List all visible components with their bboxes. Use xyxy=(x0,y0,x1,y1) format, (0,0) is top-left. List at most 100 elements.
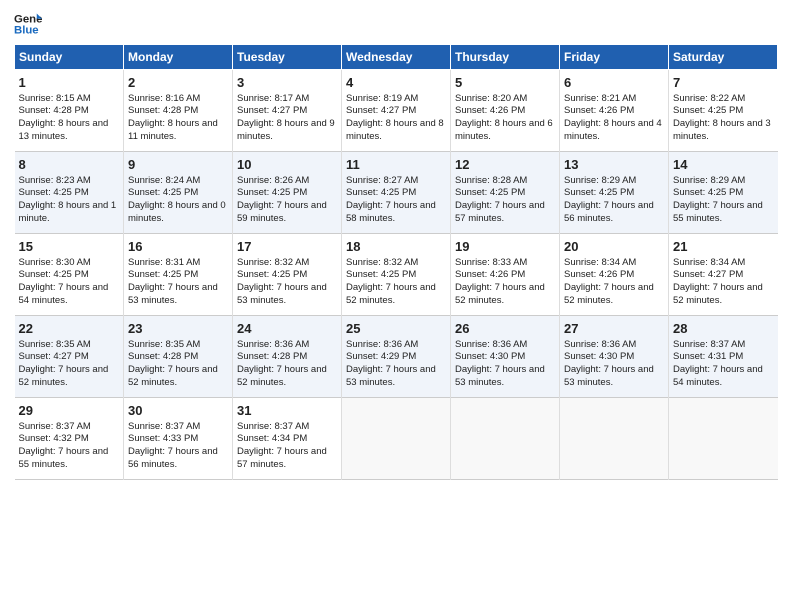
daylight-text: Daylight: 8 hours and 3 minutes. xyxy=(673,118,771,142)
sunset-text: Sunset: 4:25 PM xyxy=(564,187,634,198)
sunrise-text: Sunrise: 8:37 AM xyxy=(237,421,309,432)
daylight-text: Daylight: 7 hours and 52 minutes. xyxy=(673,282,763,306)
day-number: 2 xyxy=(128,74,228,92)
calendar-cell: 1Sunrise: 8:15 AMSunset: 4:28 PMDaylight… xyxy=(15,70,124,152)
day-number: 3 xyxy=(237,74,337,92)
logo-icon: General Blue xyxy=(14,10,42,38)
daylight-text: Daylight: 8 hours and 9 minutes. xyxy=(237,118,335,142)
calendar-cell xyxy=(451,398,560,480)
calendar-cell: 13Sunrise: 8:29 AMSunset: 4:25 PM Dayligh… xyxy=(560,152,669,234)
day-number: 4 xyxy=(346,74,446,92)
daylight-text: Daylight: 8 hours and 0 minutes. xyxy=(128,200,226,224)
sunrise-text: Sunrise: 8:37 AM xyxy=(673,339,745,350)
logo: General Blue xyxy=(14,10,42,38)
day-number: 7 xyxy=(673,74,774,92)
sunrise-text: Sunrise: 8:34 AM xyxy=(564,257,636,268)
calendar-cell: 28Sunrise: 8:37 AMSunset: 4:31 PM Dayligh… xyxy=(669,316,778,398)
calendar-cell xyxy=(560,398,669,480)
sunset-text: Sunset: 4:31 PM xyxy=(673,351,743,362)
day-number: 15 xyxy=(19,238,120,256)
sunrise-text: Sunrise: 8:26 AM xyxy=(237,175,309,186)
sunset-text: Sunset: 4:30 PM xyxy=(564,351,634,362)
sunrise-text: Sunrise: 8:27 AM xyxy=(346,175,418,186)
calendar-cell: 17Sunrise: 8:32 AMSunset: 4:25 PMDayligh… xyxy=(233,234,342,316)
calendar-cell: 30Sunrise: 8:37 AMSunset: 4:33 PMDayligh… xyxy=(124,398,233,480)
sunrise-text: Sunrise: 8:16 AM xyxy=(128,93,200,104)
sunrise-text: Sunrise: 8:28 AM xyxy=(455,175,527,186)
sunrise-text: Sunrise: 8:17 AM xyxy=(237,93,309,104)
sunset-text: Sunset: 4:29 PM xyxy=(346,351,416,362)
calendar-week-row: 29Sunrise: 8:37 AMSunset: 4:32 PMDayligh… xyxy=(15,398,778,480)
sunset-text: Sunset: 4:25 PM xyxy=(346,187,416,198)
sunset-text: Sunset: 4:27 PM xyxy=(19,351,89,362)
weekday-header-tuesday: Tuesday xyxy=(233,45,342,70)
sunset-text: Sunset: 4:26 PM xyxy=(455,105,525,116)
calendar-week-row: 1Sunrise: 8:15 AMSunset: 4:28 PMDaylight… xyxy=(15,70,778,152)
daylight-text: Daylight: 7 hours and 56 minutes. xyxy=(564,200,654,224)
sunrise-text: Sunrise: 8:21 AM xyxy=(564,93,636,104)
weekday-header-thursday: Thursday xyxy=(451,45,560,70)
weekday-header-wednesday: Wednesday xyxy=(342,45,451,70)
calendar-cell: 9Sunrise: 8:24 AMSunset: 4:25 PMDaylight… xyxy=(124,152,233,234)
sunset-text: Sunset: 4:25 PM xyxy=(237,187,307,198)
daylight-text: Daylight: 7 hours and 53 minutes. xyxy=(455,364,545,388)
sunrise-text: Sunrise: 8:19 AM xyxy=(346,93,418,104)
sunset-text: Sunset: 4:26 PM xyxy=(564,105,634,116)
daylight-text: Daylight: 7 hours and 52 minutes. xyxy=(128,364,218,388)
day-number: 12 xyxy=(455,156,555,174)
day-number: 13 xyxy=(564,156,664,174)
daylight-text: Daylight: 8 hours and 1 minute. xyxy=(19,200,117,224)
sunrise-text: Sunrise: 8:15 AM xyxy=(19,93,91,104)
day-number: 9 xyxy=(128,156,228,174)
daylight-text: Daylight: 7 hours and 57 minutes. xyxy=(455,200,545,224)
calendar-cell xyxy=(669,398,778,480)
sunset-text: Sunset: 4:32 PM xyxy=(19,433,89,444)
calendar-cell: 12Sunrise: 8:28 AMSunset: 4:25 PMDayligh… xyxy=(451,152,560,234)
calendar-cell: 11Sunrise: 8:27 AMSunset: 4:25 PMDayligh… xyxy=(342,152,451,234)
header: General Blue xyxy=(14,10,778,38)
sunset-text: Sunset: 4:28 PM xyxy=(128,351,198,362)
day-number: 27 xyxy=(564,320,664,338)
daylight-text: Daylight: 7 hours and 53 minutes. xyxy=(564,364,654,388)
daylight-text: Daylight: 7 hours and 52 minutes. xyxy=(346,282,436,306)
sunset-text: Sunset: 4:25 PM xyxy=(19,269,89,280)
sunset-text: Sunset: 4:25 PM xyxy=(346,269,416,280)
calendar-cell: 31Sunrise: 8:37 AMSunset: 4:34 PMDayligh… xyxy=(233,398,342,480)
sunrise-text: Sunrise: 8:20 AM xyxy=(455,93,527,104)
sunset-text: Sunset: 4:26 PM xyxy=(455,269,525,280)
sunrise-text: Sunrise: 8:36 AM xyxy=(455,339,527,350)
calendar-cell: 5Sunrise: 8:20 AMSunset: 4:26 PMDaylight… xyxy=(451,70,560,152)
sunrise-text: Sunrise: 8:33 AM xyxy=(455,257,527,268)
day-number: 28 xyxy=(673,320,774,338)
daylight-text: Daylight: 7 hours and 52 minutes. xyxy=(237,364,327,388)
daylight-text: Daylight: 7 hours and 54 minutes. xyxy=(673,364,763,388)
calendar-table: SundayMondayTuesdayWednesdayThursdayFrid… xyxy=(14,44,778,480)
day-number: 22 xyxy=(19,320,120,338)
daylight-text: Daylight: 7 hours and 53 minutes. xyxy=(128,282,218,306)
sunrise-text: Sunrise: 8:34 AM xyxy=(673,257,745,268)
daylight-text: Daylight: 8 hours and 11 minutes. xyxy=(128,118,218,142)
sunset-text: Sunset: 4:25 PM xyxy=(237,269,307,280)
day-number: 26 xyxy=(455,320,555,338)
sunset-text: Sunset: 4:25 PM xyxy=(673,105,743,116)
day-number: 19 xyxy=(455,238,555,256)
daylight-text: Daylight: 7 hours and 52 minutes. xyxy=(564,282,654,306)
day-number: 18 xyxy=(346,238,446,256)
calendar-week-row: 15Sunrise: 8:30 AMSunset: 4:25 PMDayligh… xyxy=(15,234,778,316)
calendar-cell xyxy=(342,398,451,480)
daylight-text: Daylight: 8 hours and 6 minutes. xyxy=(455,118,553,142)
sunset-text: Sunset: 4:25 PM xyxy=(673,187,743,198)
daylight-text: Daylight: 8 hours and 8 minutes. xyxy=(346,118,444,142)
daylight-text: Daylight: 8 hours and 4 minutes. xyxy=(564,118,662,142)
weekday-header-sunday: Sunday xyxy=(15,45,124,70)
daylight-text: Daylight: 7 hours and 54 minutes. xyxy=(19,282,109,306)
sunset-text: Sunset: 4:27 PM xyxy=(346,105,416,116)
calendar-cell: 21Sunrise: 8:34 AMSunset: 4:27 PMDayligh… xyxy=(669,234,778,316)
day-number: 11 xyxy=(346,156,446,174)
sunrise-text: Sunrise: 8:29 AM xyxy=(564,175,636,186)
sunset-text: Sunset: 4:28 PM xyxy=(237,351,307,362)
day-number: 1 xyxy=(19,74,120,92)
calendar-cell: 15Sunrise: 8:30 AMSunset: 4:25 PMDayligh… xyxy=(15,234,124,316)
day-number: 29 xyxy=(19,402,120,420)
calendar-cell: 2Sunrise: 8:16 AMSunset: 4:28 PMDaylight… xyxy=(124,70,233,152)
